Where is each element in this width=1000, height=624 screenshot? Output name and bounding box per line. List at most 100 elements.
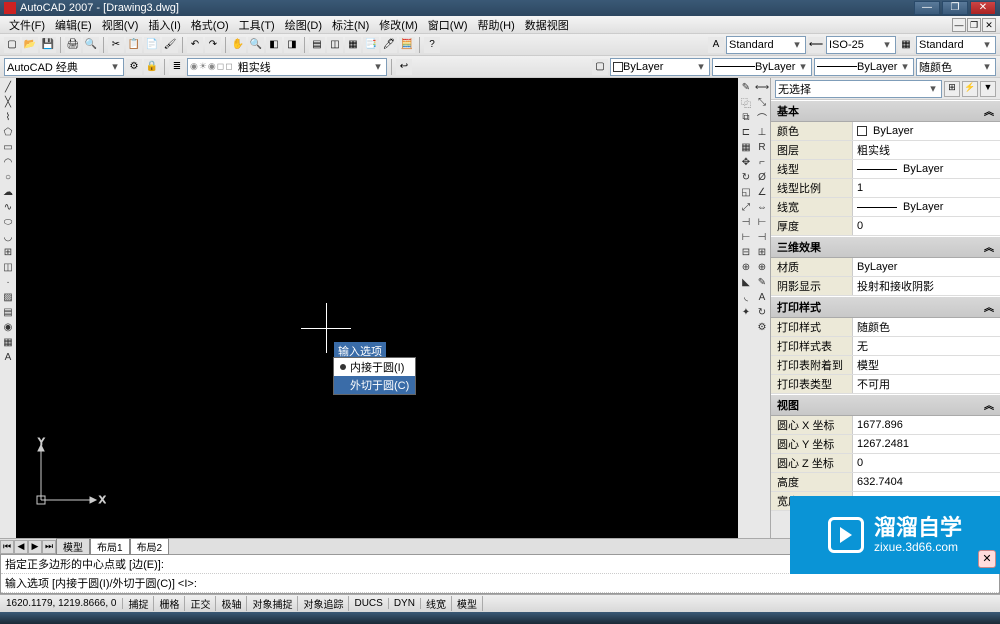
menu-dataview[interactable]: 数据视图 xyxy=(520,17,574,33)
prop-value[interactable]: 模型 xyxy=(853,356,1000,374)
prop-value[interactable]: 1 xyxy=(853,179,1000,197)
tab-model[interactable]: 模型 xyxy=(56,538,90,555)
lineweight-combo[interactable]: ByLayer▾ xyxy=(814,58,914,76)
revcloud-icon[interactable]: ☁ xyxy=(1,185,15,199)
props-cat-view[interactable]: 视图︽ xyxy=(771,394,1000,416)
ellipsearc-icon[interactable]: ◡ xyxy=(1,230,15,244)
tab-first[interactable]: ⏮ xyxy=(0,540,14,554)
plotcolor-combo[interactable]: 随颜色▾ xyxy=(916,58,996,76)
props-filter-icon[interactable]: ▼ xyxy=(980,81,996,97)
prop-value[interactable]: 0 xyxy=(853,217,1000,235)
ellipse-icon[interactable]: ⬭ xyxy=(1,215,15,229)
tp-icon[interactable]: ▦ xyxy=(345,37,361,53)
menu-modify[interactable]: 修改(M) xyxy=(374,17,423,33)
prop-value[interactable]: 不可用 xyxy=(853,375,1000,393)
copy-icon[interactable]: 📋 xyxy=(126,37,142,53)
insert-icon[interactable]: ⊞ xyxy=(1,245,15,259)
prop-value[interactable]: 1267.2481 xyxy=(853,435,1000,453)
menu-view[interactable]: 视图(V) xyxy=(97,17,144,33)
point-icon[interactable]: · xyxy=(1,275,15,289)
prop-value[interactable]: ByLayer xyxy=(853,198,1000,216)
dimstyle2-icon[interactable]: ⚙ xyxy=(755,320,769,334)
fillet-icon[interactable]: ◟ xyxy=(739,290,753,304)
prop-row[interactable]: 高度632.7404 xyxy=(771,473,1000,492)
join-icon[interactable]: ⊕ xyxy=(739,260,753,274)
prop-row[interactable]: 材质ByLayer xyxy=(771,258,1000,277)
props-selection-combo[interactable]: 无选择▾ xyxy=(775,80,942,98)
dimdia-icon[interactable]: Ø xyxy=(755,170,769,184)
menu-dimension[interactable]: 标注(N) xyxy=(327,17,374,33)
tab-next[interactable]: ▶ xyxy=(28,540,42,554)
region-icon[interactable]: ◉ xyxy=(1,320,15,334)
dc-icon[interactable]: ◫ xyxy=(327,37,343,53)
props-cat-basic[interactable]: 基本︽ xyxy=(771,100,1000,122)
dyn-option-circumscribed[interactable]: 外切于圆(C) xyxy=(334,376,415,394)
preview-icon[interactable]: 🔍 xyxy=(83,37,99,53)
prop-row[interactable]: 阴影显示投射和接收阴影 xyxy=(771,277,1000,296)
zoom-icon[interactable]: 🔍 xyxy=(248,37,264,53)
extend-icon[interactable]: ⊢ xyxy=(739,230,753,244)
prop-row[interactable]: 厚度0 xyxy=(771,217,1000,236)
scale-icon[interactable]: ◱ xyxy=(739,185,753,199)
mark-icon[interactable]: 🖊 xyxy=(381,37,397,53)
xline-icon[interactable]: ╳ xyxy=(1,95,15,109)
dimtedit-icon[interactable]: A xyxy=(755,290,769,304)
prop-row[interactable]: 线型比例1 xyxy=(771,179,1000,198)
zoomp-icon[interactable]: ◨ xyxy=(284,37,300,53)
panel-close-button[interactable]: ✕ xyxy=(978,550,996,568)
dimlin-icon[interactable]: ⟷ xyxy=(755,80,769,94)
spline-icon[interactable]: ∿ xyxy=(1,200,15,214)
cen-icon[interactable]: ⊕ xyxy=(755,260,769,274)
arc-icon[interactable]: ◠ xyxy=(1,155,15,169)
line-icon[interactable]: ╱ xyxy=(1,80,15,94)
tab-last[interactable]: ⏭ xyxy=(42,540,56,554)
dyn-option-inscribed[interactable]: 内接于圆(I) xyxy=(334,358,415,376)
chamfer-icon[interactable]: ◣ xyxy=(739,275,753,289)
break-icon[interactable]: ⊟ xyxy=(739,245,753,259)
qdim-icon[interactable]: ⇔ xyxy=(755,200,769,214)
tablestyle-combo[interactable]: Standard▾ xyxy=(916,36,996,54)
explode-icon[interactable]: ✦ xyxy=(739,305,753,319)
tol-icon[interactable]: ⊞ xyxy=(755,245,769,259)
dimord-icon[interactable]: ⊥ xyxy=(755,125,769,139)
save-icon[interactable]: 💾 xyxy=(40,37,56,53)
layerprev-icon[interactable]: ↩ xyxy=(396,59,412,75)
maximize-button[interactable]: ❐ xyxy=(942,1,968,15)
props-cat-3d[interactable]: 三维效果︽ xyxy=(771,236,1000,258)
prop-row[interactable]: 打印表附着到模型 xyxy=(771,356,1000,375)
copy2-icon[interactable]: ⿻ xyxy=(739,95,753,109)
prop-row[interactable]: 打印样式表无 xyxy=(771,337,1000,356)
dimupd-icon[interactable]: ↻ xyxy=(755,305,769,319)
prop-value[interactable]: 632.7404 xyxy=(853,473,1000,491)
menu-format[interactable]: 格式(O) xyxy=(186,17,234,33)
textstyle-combo[interactable]: Standard▾ xyxy=(726,36,806,54)
tab-prev[interactable]: ◀ xyxy=(14,540,28,554)
rotate-icon[interactable]: ↻ xyxy=(739,170,753,184)
color-combo[interactable]: ByLayer▾ xyxy=(610,58,710,76)
dimcont-icon[interactable]: ⊣ xyxy=(755,230,769,244)
close-button[interactable]: ✕ xyxy=(970,1,996,15)
help-icon[interactable]: ? xyxy=(424,37,440,53)
mdi-close[interactable]: ✕ xyxy=(982,18,996,32)
redo-icon[interactable]: ↷ xyxy=(205,37,221,53)
cmd-input[interactable] xyxy=(197,575,995,591)
menu-draw[interactable]: 绘图(D) xyxy=(280,17,327,33)
prop-row[interactable]: 线型ByLayer xyxy=(771,160,1000,179)
mdi-minimize[interactable]: — xyxy=(952,18,966,32)
open-icon[interactable]: 📂 xyxy=(22,37,38,53)
prop-row[interactable]: 打印样式随颜色 xyxy=(771,318,1000,337)
prop-row[interactable]: 线宽ByLayer xyxy=(771,198,1000,217)
props-cat-plot[interactable]: 打印样式︽ xyxy=(771,296,1000,318)
table-icon[interactable]: ▦ xyxy=(1,335,15,349)
prop-row[interactable]: 打印表类型不可用 xyxy=(771,375,1000,394)
new-icon[interactable]: ▢ xyxy=(4,37,20,53)
pline-icon[interactable]: ⌇ xyxy=(1,110,15,124)
prop-row[interactable]: 图层粗实线 xyxy=(771,141,1000,160)
menu-help[interactable]: 帮助(H) xyxy=(473,17,520,33)
menu-edit[interactable]: 编辑(E) xyxy=(50,17,97,33)
prop-value[interactable]: 无 xyxy=(853,337,1000,355)
prop-value[interactable]: 1677.896 xyxy=(853,416,1000,434)
hatch-icon[interactable]: ▨ xyxy=(1,290,15,304)
prop-row[interactable]: 圆心 X 坐标1677.896 xyxy=(771,416,1000,435)
prop-value[interactable]: 0 xyxy=(853,454,1000,472)
